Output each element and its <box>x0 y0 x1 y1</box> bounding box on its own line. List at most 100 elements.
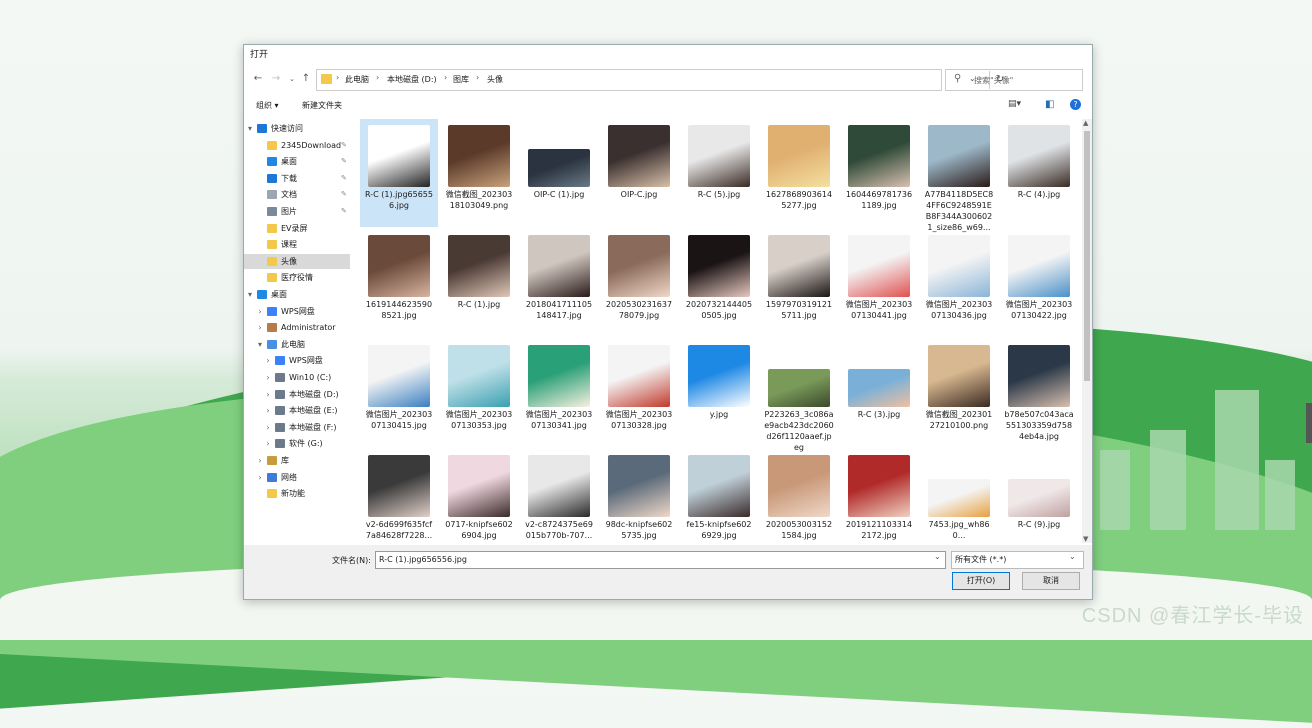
nav-item[interactable]: ▾ 此电脑 <box>244 337 350 352</box>
view-options-icon[interactable]: ▤▾ <box>1008 99 1021 109</box>
nav-item[interactable]: ▾ 桌面 <box>244 287 350 302</box>
breadcrumb-avatar[interactable]: 头像 <box>487 74 503 85</box>
file-item[interactable]: A77B4118D5EC84FF6C9248591EB8F344A3006021… <box>920 119 998 232</box>
chevron-right-icon[interactable]: › <box>476 73 479 82</box>
file-item[interactable]: R-C (9).jpg <box>1000 449 1078 543</box>
file-item[interactable]: OIP-C.jpg <box>600 119 678 227</box>
chevron-down-icon[interactable]: ⌄ <box>1069 552 1076 561</box>
scroll-down-icon[interactable]: ▼ <box>1083 535 1088 543</box>
nav-item[interactable]: › Administrator <box>244 320 350 335</box>
chevron-right-icon[interactable]: › <box>264 353 272 368</box>
vertical-scrollbar[interactable]: ▲ ▼ <box>1082 119 1092 543</box>
file-item[interactable]: 2018041711105148417.jpg <box>520 229 598 337</box>
file-item[interactable]: 微信图片_20230307130415.jpg <box>360 339 438 447</box>
file-item[interactable]: OIP-C (1).jpg <box>520 119 598 227</box>
breadcrumb-drive-d[interactable]: 本地磁盘 (D:) <box>387 74 437 85</box>
file-item[interactable]: b78e507c043aca551303359d7584eb4a.jpg <box>1000 339 1078 447</box>
nav-item[interactable]: › Win10 (C:) <box>244 370 350 385</box>
nav-item[interactable]: › 本地磁盘 (D:) <box>244 387 350 402</box>
side-tab[interactable] <box>1306 403 1312 443</box>
file-item[interactable]: y.jpg <box>680 339 758 447</box>
breadcrumb-gallery[interactable]: 图库 <box>453 74 469 85</box>
nav-item[interactable]: 下载 ✎ <box>244 171 350 186</box>
nav-item[interactable]: EV录屏 <box>244 221 350 236</box>
file-item[interactable]: P223263_3c086ae9acb423dc2060d26f1120aaef… <box>760 339 838 452</box>
chevron-right-icon[interactable]: › <box>376 73 379 82</box>
nav-item[interactable]: 文档 ✎ <box>244 187 350 202</box>
file-item[interactable]: R-C (3).jpg <box>840 339 918 447</box>
chevron-right-icon[interactable]: › <box>256 304 264 319</box>
breadcrumb-this-pc[interactable]: 此电脑 <box>345 74 369 85</box>
file-item[interactable]: 微信图片_20230307130328.jpg <box>600 339 678 447</box>
file-item[interactable]: v2-c8724375e69015b770b-707... <box>520 449 598 543</box>
file-item[interactable]: 7453.jpg_wh860... <box>920 449 998 543</box>
scrollbar-thumb[interactable] <box>1084 131 1090 381</box>
file-item[interactable]: 微信图片_20230307130341.jpg <box>520 339 598 447</box>
chevron-right-icon[interactable]: › <box>264 436 272 451</box>
chevron-right-icon[interactable]: › <box>256 320 264 335</box>
chevron-right-icon[interactable]: › <box>264 403 272 418</box>
file-item[interactable]: 微信图片_20230307130436.jpg <box>920 229 998 337</box>
chevron-right-icon[interactable]: › <box>256 453 264 468</box>
chevron-right-icon[interactable]: › <box>264 387 272 402</box>
nav-item[interactable]: › WPS网盘 <box>244 353 350 368</box>
file-item[interactable]: 16191446235908521.jpg <box>360 229 438 337</box>
file-item[interactable]: R-C (4).jpg <box>1000 119 1078 227</box>
nav-item[interactable]: 头像 <box>244 253 350 269</box>
back-arrow-icon[interactable]: ← <box>252 73 264 85</box>
search-input[interactable]: ⚲ 搜索"头像" <box>945 69 1083 91</box>
file-item[interactable]: v2-6d699f635fcf7a84628f7228... <box>360 449 438 543</box>
chevron-right-icon[interactable]: › <box>264 370 272 385</box>
file-type-select[interactable]: 所有文件 (*.*) <box>951 551 1084 569</box>
forward-arrow-icon[interactable]: → <box>270 73 282 85</box>
nav-item[interactable]: 医疗役情 <box>244 270 350 285</box>
nav-item[interactable]: 桌面 ✎ <box>244 154 350 169</box>
nav-item[interactable]: 2345Download ✎ <box>244 138 350 153</box>
chevron-right-icon[interactable]: › <box>444 73 447 82</box>
file-item[interactable]: 微信截图_20230127210100.png <box>920 339 998 447</box>
file-item[interactable]: 微信截图_20230318103049.png <box>440 119 518 227</box>
file-item[interactable]: 微信图片_20230307130441.jpg <box>840 229 918 337</box>
nav-item[interactable]: 图片 ✎ <box>244 204 350 219</box>
address-bar[interactable]: › 此电脑 › 本地磁盘 (D:) › 图库 › 头像 ⌄ ↻ <box>316 69 1004 91</box>
nav-item[interactable]: ▾ 快速访问 <box>244 121 350 136</box>
open-button[interactable]: 打开(O) <box>952 572 1010 590</box>
preview-pane-icon[interactable]: ◧ <box>1045 99 1054 110</box>
nav-item[interactable]: › WPS网盘 <box>244 304 350 319</box>
chevron-down-icon[interactable]: ▾ <box>256 337 264 352</box>
scroll-up-icon[interactable]: ▲ <box>1083 119 1088 127</box>
nav-item[interactable]: › 网络 <box>244 470 350 485</box>
chevron-down-icon[interactable]: ⌄ <box>934 552 941 561</box>
file-item[interactable]: 98dc-knipfse6025735.jpg <box>600 449 678 543</box>
nav-item[interactable]: 新功能 <box>244 486 350 501</box>
file-item[interactable]: 16278689036145277.jpg <box>760 119 838 227</box>
filename-input[interactable]: R-C (1).jpg656556.jpg <box>375 551 946 569</box>
chevron-down-icon[interactable]: ▾ <box>246 121 254 136</box>
nav-item[interactable]: › 本地磁盘 (F:) <box>244 420 350 435</box>
file-item[interactable]: 0717-knipfse6026904.jpg <box>440 449 518 543</box>
organize-button[interactable]: 组织 ▾ <box>256 100 279 111</box>
file-item[interactable]: fe15-knipfse6026929.jpg <box>680 449 758 543</box>
new-folder-button[interactable]: 新建文件夹 <box>302 100 342 111</box>
file-item[interactable]: 16044697817361189.jpg <box>840 119 918 227</box>
nav-item[interactable]: 课程 <box>244 237 350 252</box>
cancel-button[interactable]: 取消 <box>1022 572 1080 590</box>
chevron-right-icon[interactable]: › <box>256 470 264 485</box>
up-arrow-icon[interactable]: ↑ <box>300 73 312 85</box>
chevron-right-icon[interactable]: › <box>336 73 339 82</box>
file-item[interactable]: 20207321444050505.jpg <box>680 229 758 337</box>
help-icon[interactable]: ? <box>1070 99 1081 110</box>
file-item[interactable]: 微信图片_20230307130353.jpg <box>440 339 518 447</box>
recent-locations-chevron-icon[interactable]: ⌄ <box>286 73 298 85</box>
file-item[interactable]: 20191211033142172.jpg <box>840 449 918 543</box>
file-item[interactable]: R-C (1).jpg <box>440 229 518 337</box>
nav-item[interactable]: › 本地磁盘 (E:) <box>244 403 350 418</box>
file-item[interactable]: R-C (5).jpg <box>680 119 758 227</box>
nav-item[interactable]: › 软件 (G:) <box>244 436 350 451</box>
nav-item[interactable]: › 库 <box>244 453 350 468</box>
file-item[interactable]: 20200530031521584.jpg <box>760 449 838 543</box>
file-item[interactable]: 2020530231637 78079.jpg <box>600 229 678 337</box>
file-item[interactable]: R-C (1).jpg656556.jpg <box>360 119 438 227</box>
file-item[interactable]: 15979703191215711.jpg <box>760 229 838 337</box>
chevron-down-icon[interactable]: ▾ <box>246 287 254 302</box>
